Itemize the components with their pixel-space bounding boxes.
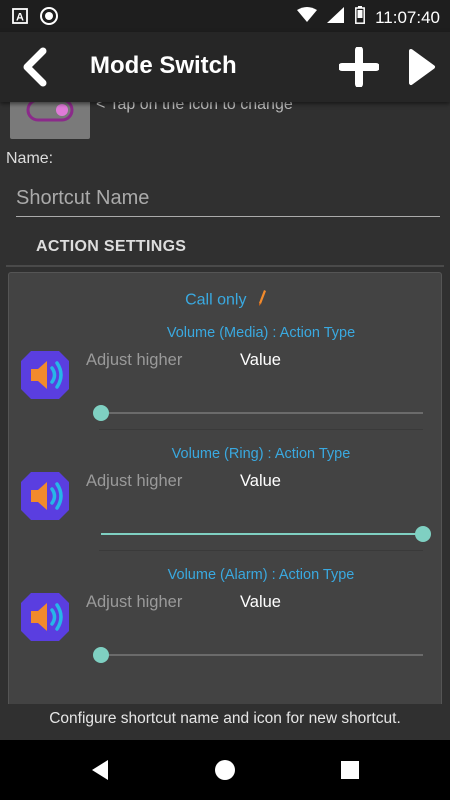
add-button[interactable]	[338, 46, 380, 88]
mode-selector[interactable]: Call only	[9, 289, 443, 312]
volume-slider[interactable]	[93, 405, 423, 421]
slider-fill	[101, 533, 423, 535]
status-time: 11:07:40	[375, 7, 440, 27]
section-divider	[6, 265, 444, 267]
run-button[interactable]	[400, 46, 442, 88]
action-settings-card: Call only Volume (Media) : Action Type A…	[8, 272, 442, 704]
action-type[interactable]: Adjust higher	[86, 472, 182, 491]
wifi-icon	[297, 7, 318, 28]
value-label[interactable]: Value	[240, 472, 281, 491]
volume-type-label[interactable]: Volume (Alarm) : Action Type	[9, 567, 450, 583]
volume-type-label[interactable]: Volume (Ring) : Action Type	[9, 446, 450, 462]
slider-thumb[interactable]	[415, 526, 431, 542]
a-notification-icon: A	[12, 8, 28, 29]
back-chevron-icon	[23, 47, 47, 87]
section-title: ACTION SETTINGS	[36, 238, 187, 255]
slider-thumb[interactable]	[93, 647, 109, 663]
back-button[interactable]	[14, 46, 56, 88]
slider-track	[101, 412, 423, 414]
mode-label: Call only	[185, 291, 247, 309]
speaker-icon	[21, 593, 69, 641]
shortcut-icon-picker[interactable]	[10, 102, 90, 139]
value-label[interactable]: Value	[240, 351, 281, 370]
speaker-icon	[21, 351, 69, 399]
play-icon	[409, 49, 435, 85]
speaker-icon	[21, 472, 69, 520]
row-divider	[99, 550, 423, 551]
signal-icon	[327, 7, 345, 28]
toggle-switch-icon	[26, 102, 74, 122]
nav-home-button[interactable]	[213, 758, 237, 782]
status-bar: A 11:07:40	[0, 0, 450, 32]
nav-back-icon	[92, 760, 108, 780]
value-label[interactable]: Value	[240, 593, 281, 612]
volume-row-alarm: Volume (Alarm) : Action Type Adjust high…	[9, 567, 443, 687]
pencil-icon	[257, 289, 267, 312]
svg-text:A: A	[16, 12, 24, 24]
nav-back-button[interactable]	[88, 758, 112, 782]
slider-thumb[interactable]	[93, 405, 109, 421]
record-icon	[40, 7, 58, 30]
nav-home-icon	[215, 760, 235, 780]
navigation-bar	[0, 740, 450, 800]
volume-row-media: Volume (Media) : Action Type Adjust high…	[9, 325, 443, 445]
volume-slider[interactable]	[93, 647, 423, 663]
slider-track	[101, 654, 423, 656]
page-title: Mode Switch	[90, 52, 237, 79]
plus-icon	[339, 47, 379, 87]
action-type[interactable]: Adjust higher	[86, 351, 182, 370]
name-label: Name:	[6, 150, 54, 167]
footer-hint: Configure shortcut name and icon for new…	[0, 704, 450, 740]
content-area: < Tap on the icon to change Name: ACTION…	[0, 102, 450, 704]
nav-recents-icon	[341, 761, 359, 779]
tap-hint: < Tap on the icon to change	[96, 102, 293, 113]
app-bar: Mode Switch	[0, 32, 450, 102]
volume-type-label[interactable]: Volume (Media) : Action Type	[9, 325, 450, 341]
battery-icon	[355, 6, 366, 29]
volume-row-ring: Volume (Ring) : Action Type Adjust highe…	[9, 446, 443, 566]
shortcut-name-input[interactable]	[16, 185, 440, 217]
action-type[interactable]: Adjust higher	[86, 593, 182, 612]
row-divider	[99, 429, 423, 430]
nav-recents-button[interactable]	[338, 758, 362, 782]
volume-slider[interactable]	[101, 526, 431, 542]
